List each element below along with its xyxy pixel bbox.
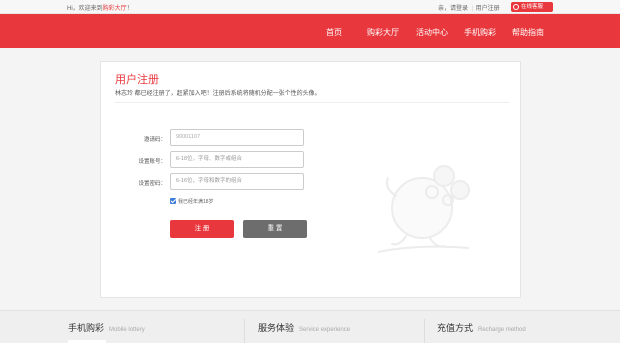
page-subtitle: 林志玲 都已经注册了，赶紧加入吧！注册后系统将随机分配一张个性的头像。 bbox=[115, 91, 321, 97]
footer-title: 手机购彩 bbox=[68, 323, 105, 333]
footer-subtitle: Mobile lottery bbox=[109, 327, 145, 333]
footer: 手机购彩 Mobile lottery 服务体验 Service experienc… bbox=[0, 310, 620, 343]
footer-title: 服务体验 bbox=[258, 323, 295, 333]
footer-subtitle: Recharge method bbox=[478, 327, 526, 333]
divider bbox=[115, 102, 509, 103]
age-agreement: 我已经年满18岁 bbox=[170, 198, 214, 205]
page-title: 用户注册 bbox=[115, 74, 159, 86]
account-label: 设置账号： bbox=[138, 159, 166, 165]
welcome-label: Hi，欢迎来到 bbox=[67, 6, 103, 12]
register-link[interactable]: 用户注册 bbox=[476, 6, 500, 12]
welcome-text: Hi，欢迎来到购彩大厅！ bbox=[67, 3, 133, 12]
nav-mobile-lottery[interactable]: 手机购彩 bbox=[464, 27, 496, 38]
separator: | bbox=[472, 6, 474, 12]
footer-recharge-method[interactable]: 充值方式 Recharge method bbox=[437, 321, 526, 334]
register-button[interactable]: 注 册 bbox=[170, 220, 234, 238]
age-checkbox[interactable] bbox=[170, 198, 176, 204]
main-nav: 首页 购彩大厅 活动中心 手机购彩 帮助指南 bbox=[0, 14, 620, 48]
nav-activity-center[interactable]: 活动中心 bbox=[416, 27, 448, 38]
footer-service-experience[interactable]: 服务体验 Service experience bbox=[258, 321, 350, 334]
account-links: 亲，请登录 | 用户注册 bbox=[438, 3, 502, 12]
nav-lottery-hall[interactable]: 购彩大厅 bbox=[367, 27, 399, 38]
headset-icon bbox=[513, 4, 519, 10]
divider bbox=[244, 319, 245, 343]
mascot-illustration bbox=[378, 165, 470, 253]
nav-help-guide[interactable]: 帮助指南 bbox=[512, 27, 544, 38]
top-bar: Hi，欢迎来到购彩大厅！ 亲，请登录 | 用户注册 在线客服 bbox=[0, 0, 620, 14]
divider bbox=[424, 319, 425, 343]
online-service-label: 在线客服 bbox=[521, 4, 544, 10]
online-service-button[interactable]: 在线客服 bbox=[511, 2, 553, 12]
invite-code-label: 邀请码： bbox=[143, 137, 166, 143]
age-agreement-label: 我已经年满18岁 bbox=[178, 199, 214, 205]
invite-code-input[interactable]: 90001107 bbox=[170, 129, 304, 146]
footer-mobile-lottery[interactable]: 手机购彩 Mobile lottery bbox=[68, 321, 145, 334]
nav-home[interactable]: 首页 bbox=[326, 27, 342, 38]
password-label: 设置密码： bbox=[138, 181, 166, 187]
welcome-end: ！ bbox=[126, 6, 133, 12]
password-input[interactable]: 6-16位，字母和数字的组合 bbox=[170, 173, 304, 190]
hall-link[interactable]: 购彩大厅 bbox=[103, 6, 127, 12]
login-link[interactable]: 亲，请登录 bbox=[438, 6, 468, 12]
account-input[interactable]: 6-18位，字母、数字或组合 bbox=[170, 151, 304, 168]
register-panel: 用户注册 林志玲 都已经注册了，赶紧加入吧！注册后系统将随机分配一张个性的头像。… bbox=[100, 61, 521, 298]
footer-subtitle: Service experience bbox=[299, 327, 351, 333]
footer-title: 充值方式 bbox=[437, 323, 474, 333]
reset-button[interactable]: 重 置 bbox=[243, 220, 307, 238]
